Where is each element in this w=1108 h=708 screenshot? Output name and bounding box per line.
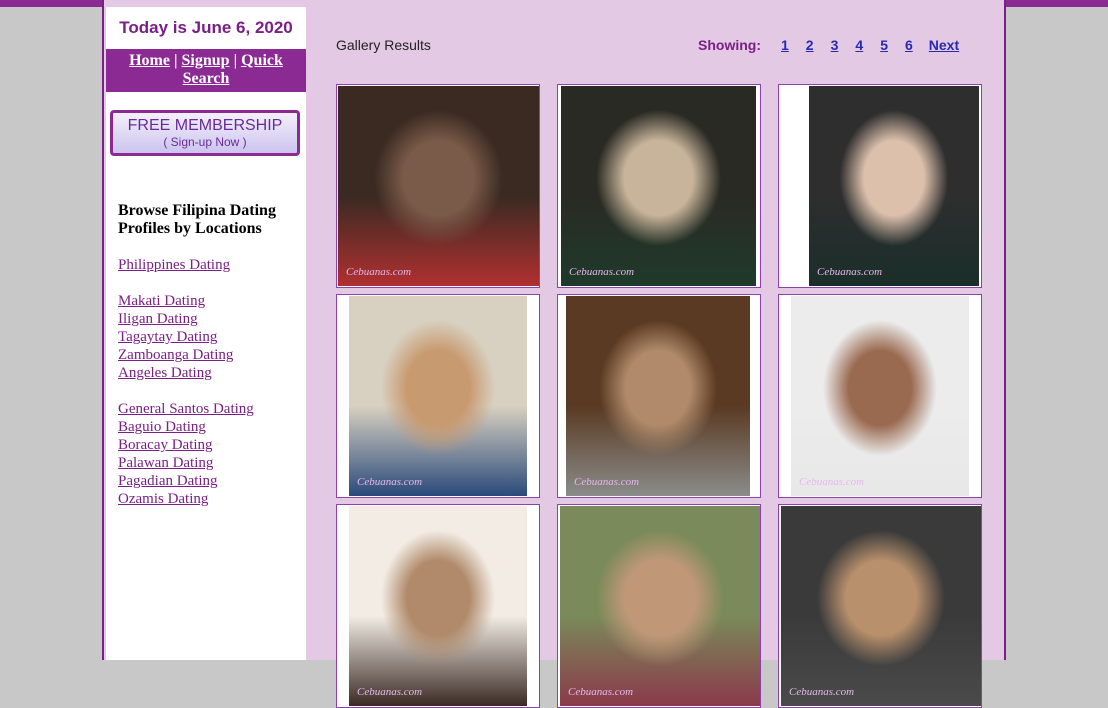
profile-photo-thumb[interactable]: Cebuanas.com: [557, 504, 761, 708]
page-links: 1 2 34 5 6: [781, 37, 930, 53]
profile-photo: Cebuanas.com: [349, 296, 527, 496]
watermark: Cebuanas.com: [574, 476, 640, 488]
profile-photo-thumb[interactable]: Cebuanas.com: [557, 294, 761, 498]
gallery-title: Gallery Results: [336, 37, 431, 53]
free-membership-button[interactable]: FREE MEMBERSHIP ( Sign-up Now ): [110, 110, 300, 156]
location-link[interactable]: Angeles Dating: [118, 364, 306, 382]
location-link[interactable]: Makati Dating: [118, 292, 306, 310]
location-link[interactable]: Iligan Dating: [118, 310, 306, 328]
gallery-main: Gallery Results Showing: 1 2 34 5 6 Next Ceb…: [306, 7, 1004, 708]
page-link[interactable]: 4: [855, 37, 863, 53]
profile-photo-thumb[interactable]: Cebuanas.com: [336, 84, 540, 288]
top-nav: Home | Signup | Quick Search: [106, 49, 306, 92]
showing-label: Showing:: [698, 37, 761, 53]
profile-photo: Cebuanas.com: [809, 86, 979, 286]
watermark: Cebuanas.com: [357, 686, 423, 698]
nav-separator: |: [233, 52, 238, 69]
watermark: Cebuanas.com: [789, 686, 855, 698]
location-link[interactable]: Palawan Dating: [118, 454, 306, 472]
watermark: Cebuanas.com: [569, 266, 635, 278]
location-link[interactable]: Ozamis Dating: [118, 490, 306, 508]
nav-home-link[interactable]: Home: [129, 52, 170, 69]
page-link[interactable]: 2: [806, 37, 814, 53]
profile-photo-thumb[interactable]: Cebuanas.com: [336, 294, 540, 498]
browse-locations-heading: Browse Filipina Dating Profiles by Locat…: [118, 202, 276, 237]
profile-photo-thumb[interactable]: Cebuanas.com: [778, 294, 982, 498]
pagination: Showing: 1 2 34 5 6 Next: [698, 37, 959, 53]
signup-now-label: ( Sign-up Now ): [163, 135, 247, 149]
page-link[interactable]: 5: [880, 37, 888, 53]
location-link[interactable]: Pagadian Dating: [118, 472, 306, 490]
today-date: Today is June 6, 2020: [119, 18, 293, 37]
page-link[interactable]: 3: [831, 37, 839, 53]
profile-photo-thumb[interactable]: Cebuanas.com: [778, 84, 982, 288]
profile-photo: Cebuanas.com: [781, 506, 981, 706]
nav-signup-link[interactable]: Signup: [182, 52, 230, 69]
profile-photo-thumb[interactable]: Cebuanas.com: [557, 84, 761, 288]
location-link[interactable]: Zamboanga Dating: [118, 346, 306, 364]
membership-label: FREE MEMBERSHIP: [127, 117, 283, 134]
watermark: Cebuanas.com: [817, 266, 883, 278]
sidebar: Today is June 6, 2020 Home | Signup | Qu…: [106, 7, 306, 660]
page-container: Today is June 6, 2020 Home | Signup | Qu…: [102, 0, 1006, 708]
location-link[interactable]: Philippines Dating: [118, 256, 306, 274]
page-link[interactable]: 1: [781, 37, 789, 53]
next-page-link[interactable]: Next: [929, 37, 959, 53]
watermark: Cebuanas.com: [357, 476, 423, 488]
profile-photo: Cebuanas.com: [349, 506, 527, 706]
profile-photo: Cebuanas.com: [791, 296, 969, 496]
location-group: Philippines Dating: [118, 256, 306, 274]
watermark: Cebuanas.com: [799, 476, 865, 488]
page-link[interactable]: 6: [905, 37, 913, 53]
profile-photo-thumb[interactable]: Cebuanas.com: [778, 504, 982, 708]
nav-separator: |: [173, 52, 178, 69]
location-links: Philippines Dating Makati Dating Iligan Da…: [106, 256, 306, 508]
location-link[interactable]: Tagaytay Dating: [118, 328, 306, 346]
location-link[interactable]: Boracay Dating: [118, 436, 306, 454]
profile-photo: Cebuanas.com: [338, 86, 539, 286]
profile-photo: Cebuanas.com: [560, 506, 760, 706]
location-group: Makati Dating Iligan Dating Tagaytay Datin…: [118, 292, 306, 382]
location-link[interactable]: General Santos Dating: [118, 400, 306, 418]
watermark: Cebuanas.com: [346, 266, 412, 278]
profile-photo: Cebuanas.com: [561, 86, 756, 286]
location-group: General Santos Dating Baguio Dating Boraca…: [118, 400, 306, 508]
profile-photo: Cebuanas.com: [566, 296, 750, 496]
location-link[interactable]: Baguio Dating: [118, 418, 306, 436]
profile-photo-thumb[interactable]: Cebuanas.com: [336, 504, 540, 708]
watermark: Cebuanas.com: [568, 686, 634, 698]
